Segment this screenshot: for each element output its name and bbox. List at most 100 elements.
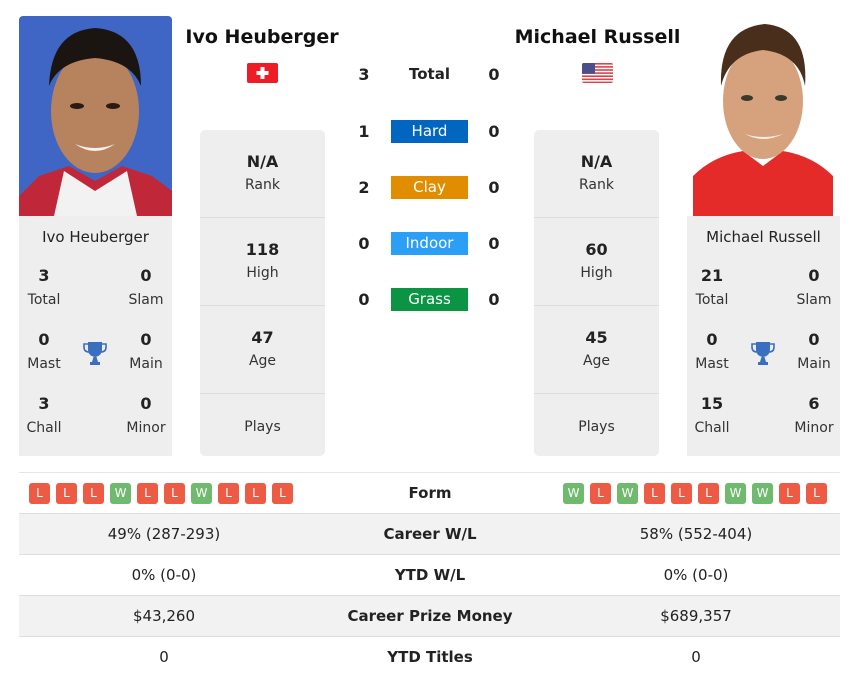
- player2-titles-card: Michael Russell 21 Total 0 Slam 0 Mast 0…: [687, 216, 840, 456]
- label: Age: [248, 353, 277, 369]
- value: 0: [140, 266, 152, 285]
- player1-total-titles: 3 Total: [14, 266, 74, 310]
- player1-age: 47 Age: [200, 306, 325, 394]
- player2-portrait-image: [693, 16, 833, 216]
- player2-rank: N/A Rank: [534, 130, 659, 218]
- value: 0: [140, 330, 152, 349]
- label: Total: [695, 292, 729, 308]
- career-prize-row: $43,260 Career Prize Money $689,357: [19, 596, 840, 637]
- clay-surface-badge[interactable]: Clay: [391, 176, 468, 199]
- usa-flag-icon: [582, 63, 613, 83]
- form-loss-badge[interactable]: L: [137, 483, 158, 504]
- career-wl-row: 49% (287-293) Career W/L 58% (552-404): [19, 514, 840, 555]
- player2-slam-titles: 0 Slam: [784, 266, 844, 310]
- player2-photo[interactable]: [693, 16, 833, 216]
- form-win-badge[interactable]: W: [617, 483, 638, 504]
- player1-titles-name[interactable]: Ivo Heuberger: [19, 228, 172, 246]
- player1-mast-titles: 0 Mast: [14, 330, 74, 374]
- player2-career-wl: 58% (552-404): [639, 525, 753, 543]
- player2-chall-titles: 15 Chall: [682, 394, 742, 438]
- player2-ytd-titles: 0: [691, 648, 701, 666]
- player1-ytd-wl: 0% (0-0): [131, 566, 197, 584]
- indoor-surface-badge[interactable]: Indoor: [391, 232, 468, 255]
- form-win-badge[interactable]: W: [563, 483, 584, 504]
- label: Plays: [244, 419, 281, 435]
- player1-info-card: N/A Rank 118 High 47 Age Plays: [200, 130, 325, 456]
- comparison-table: LLLWLLWLLL Form WLWLLLWWLL 49% (287-293)…: [19, 472, 840, 678]
- value: 6: [808, 394, 820, 413]
- value: 0: [808, 266, 820, 285]
- hard-surface-badge[interactable]: Hard: [391, 120, 468, 143]
- form-loss-badge[interactable]: L: [83, 483, 104, 504]
- ytd-wl-row: 0% (0-0) YTD W/L 0% (0-0): [19, 555, 840, 596]
- label: Minor: [126, 420, 166, 436]
- player1-main-titles: 0 Main: [116, 330, 176, 374]
- form-loss-badge[interactable]: L: [164, 483, 185, 504]
- form-loss-badge[interactable]: L: [806, 483, 827, 504]
- form-win-badge[interactable]: W: [725, 483, 746, 504]
- player1-form-badges: LLLWLLWLLL: [29, 483, 293, 504]
- player1-portrait-image: [19, 16, 172, 216]
- form-loss-badge[interactable]: L: [590, 483, 611, 504]
- p1-indoor-wins: 0: [358, 234, 370, 253]
- label: Rank: [245, 177, 280, 193]
- ytd-titles-label: YTD Titles: [387, 648, 473, 666]
- player2-main-titles: 0 Main: [784, 330, 844, 374]
- h2h-grass-row: 0 Grass 0: [350, 288, 510, 312]
- p2-total-wins: 0: [488, 65, 500, 84]
- form-win-badge[interactable]: W: [191, 483, 212, 504]
- ytd-wl-label: YTD W/L: [394, 566, 466, 584]
- player2-career-prize: $689,357: [660, 607, 732, 625]
- player2-mast-titles: 0 Mast: [682, 330, 742, 374]
- player1-rank: N/A Rank: [200, 130, 325, 218]
- player1-minor-titles: 0 Minor: [116, 394, 176, 438]
- p2-hard-wins: 0: [488, 122, 500, 141]
- label: Main: [129, 356, 163, 372]
- player2-info-card: N/A Rank 60 High 45 Age Plays: [534, 130, 659, 456]
- label: Slam: [796, 292, 832, 308]
- p2-clay-wins: 0: [488, 178, 500, 197]
- p2-indoor-wins: 0: [488, 234, 500, 253]
- value: 21: [700, 266, 724, 285]
- form-loss-badge[interactable]: L: [218, 483, 239, 504]
- career-wl-label: Career W/L: [383, 525, 477, 543]
- switzerland-flag-icon: [247, 63, 278, 83]
- label: Chall: [26, 420, 62, 436]
- player2-name[interactable]: Michael Russell: [505, 26, 690, 48]
- form-loss-badge[interactable]: L: [644, 483, 665, 504]
- player2-titles-name[interactable]: Michael Russell: [687, 228, 840, 246]
- label: Rank: [579, 177, 614, 193]
- label: Chall: [694, 420, 730, 436]
- player1-titles-card: Ivo Heuberger 3 Total 0 Slam 0 Mast 0 Ma…: [19, 216, 172, 456]
- p1-clay-wins: 2: [358, 178, 370, 197]
- form-loss-badge[interactable]: L: [245, 483, 266, 504]
- form-loss-badge[interactable]: L: [779, 483, 800, 504]
- label: Main: [797, 356, 831, 372]
- p2-grass-wins: 0: [488, 290, 500, 309]
- total-label: Total: [409, 65, 450, 83]
- label: Mast: [27, 356, 61, 372]
- player1-name[interactable]: Ivo Heuberger: [172, 26, 352, 48]
- player1-career-prize: $43,260: [132, 607, 196, 625]
- form-loss-badge[interactable]: L: [272, 483, 293, 504]
- h2h-hard-row: 1 Hard 0: [350, 120, 510, 144]
- player2-total-titles: 21 Total: [682, 266, 742, 310]
- p1-hard-wins: 1: [358, 122, 370, 141]
- form-loss-badge[interactable]: L: [29, 483, 50, 504]
- player1-photo[interactable]: [19, 16, 172, 216]
- form-win-badge[interactable]: W: [110, 483, 131, 504]
- form-loss-badge[interactable]: L: [698, 483, 719, 504]
- form-loss-badge[interactable]: L: [56, 483, 77, 504]
- player2-minor-titles: 6 Minor: [784, 394, 844, 438]
- player2-ytd-wl: 0% (0-0): [663, 566, 729, 584]
- label: Age: [582, 353, 611, 369]
- grass-surface-badge[interactable]: Grass: [391, 288, 468, 311]
- label: High: [246, 265, 279, 281]
- player1-career-wl: 49% (287-293): [107, 525, 221, 543]
- p1-grass-wins: 0: [358, 290, 370, 309]
- ytd-titles-row: 0 YTD Titles 0: [19, 637, 840, 678]
- form-win-badge[interactable]: W: [752, 483, 773, 504]
- player1-chall-titles: 3 Chall: [14, 394, 74, 438]
- form-loss-badge[interactable]: L: [671, 483, 692, 504]
- player1-ytd-titles: 0: [159, 648, 169, 666]
